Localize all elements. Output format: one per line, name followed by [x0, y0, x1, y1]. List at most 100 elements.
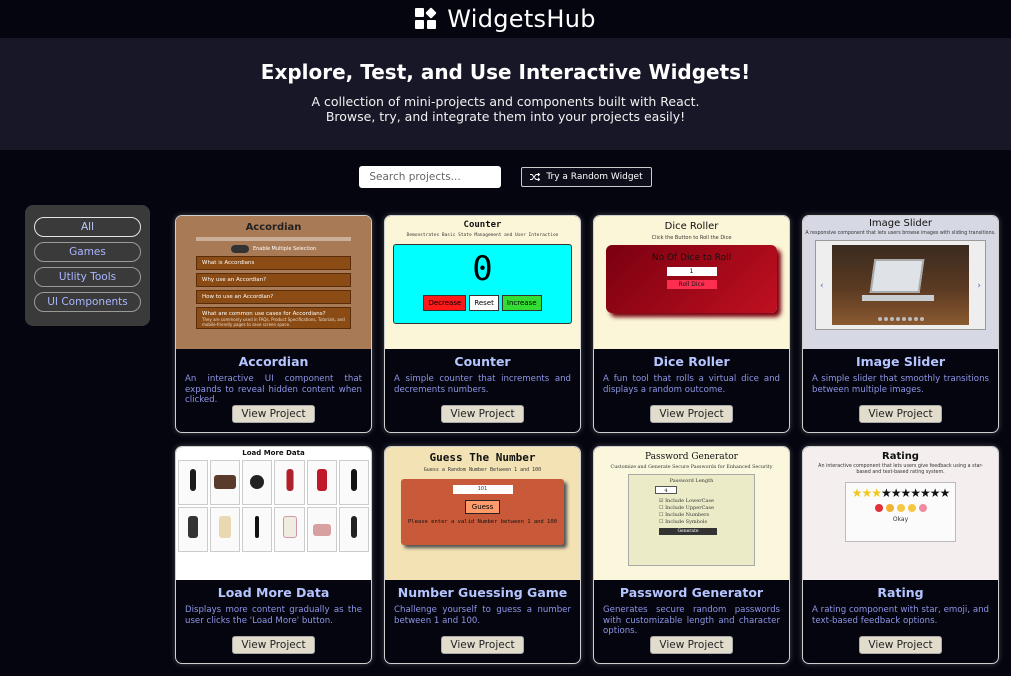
- dice-panel: No Of Dice to Roll 1 Roll Dice: [606, 245, 777, 313]
- filter-sidebar: All Games Utlity Tools UI Components: [25, 205, 150, 326]
- counter-display: 0 Decrease Reset Increase: [393, 244, 572, 324]
- star-empty-icon: ★: [880, 486, 892, 500]
- slider-dots: [877, 317, 924, 321]
- neutral-emoji-icon: [896, 504, 905, 512]
- star-empty-icon: ★: [890, 486, 902, 500]
- star-empty-icon: ★: [939, 486, 951, 500]
- chevron-left-icon: ‹: [820, 281, 824, 291]
- star-empty-icon: ★: [920, 486, 931, 500]
- preview-title: Password Generator: [645, 452, 738, 462]
- preview-title: Dice Roller: [664, 221, 719, 232]
- preview-accordion-item: What is Accordians: [196, 256, 351, 270]
- angry-emoji-icon: [874, 504, 883, 512]
- view-project-button[interactable]: View Project: [859, 405, 942, 423]
- hero-title: Explore, Test, and Use Interactive Widge…: [260, 60, 751, 84]
- star-filled-icon: ★: [851, 486, 863, 500]
- card-description: A simple slider that smoothly transition…: [812, 374, 989, 395]
- guess-number-preview[interactable]: Guess The Number Guess a Random Number B…: [385, 447, 580, 580]
- star-empty-icon: ★: [900, 486, 912, 500]
- emoji-row: [846, 504, 955, 512]
- search-input[interactable]: [359, 166, 502, 188]
- view-project-button[interactable]: View Project: [859, 636, 942, 654]
- dice-label: No Of Dice to Roll: [651, 253, 732, 263]
- view-project-button[interactable]: View Project: [441, 405, 524, 423]
- guess-input: 101: [452, 485, 513, 494]
- star-filled-icon: ★: [861, 486, 872, 500]
- star-empty-icon: ★: [910, 486, 921, 500]
- card-description: Generates secure random passwords with c…: [603, 605, 780, 636]
- random-widget-label: Try a Random Widget: [546, 172, 643, 182]
- option-uppercase: ☐ Include UpperCase: [659, 505, 714, 511]
- view-project-button[interactable]: View Project: [232, 636, 315, 654]
- load-more-preview[interactable]: Load More Data: [176, 447, 371, 580]
- card-description: A fun tool that rolls a virtual dice and…: [603, 374, 780, 395]
- preview-subtitle: Click the Button to Roll the Dice: [651, 235, 732, 241]
- preview-subtitle: A responsive component that lets users b…: [805, 231, 996, 236]
- preview-title: Guess The Number: [429, 451, 536, 464]
- widgets-icon: [415, 7, 437, 30]
- reset-button: Reset: [469, 295, 499, 311]
- option-symbols: ☐ Include Symbols: [659, 519, 708, 525]
- random-widget-button[interactable]: Try a Random Widget: [521, 167, 652, 187]
- toggle-switch-icon: [230, 245, 249, 253]
- dice-count-input: 1: [666, 267, 717, 276]
- preview-title: Rating: [882, 451, 919, 462]
- view-project-button[interactable]: View Project: [650, 405, 733, 423]
- decrease-button: Decrease: [423, 295, 467, 311]
- love-emoji-icon: [918, 504, 927, 512]
- project-card: Image Slider A responsive component that…: [802, 215, 999, 433]
- preview-title: Accordian: [245, 222, 302, 233]
- dice-roller-preview[interactable]: Dice Roller Click the Button to Roll the…: [594, 216, 789, 349]
- project-card: Guess The Number Guess a Random Number B…: [384, 446, 581, 664]
- preview-accordion-detail: They are commonly used in FAQs, Product …: [202, 317, 345, 327]
- view-project-button[interactable]: View Project: [441, 636, 524, 654]
- hero-banner: Explore, Test, and Use Interactive Widge…: [0, 38, 1011, 150]
- increase-button: Increase: [501, 295, 542, 311]
- filter-all[interactable]: All: [34, 217, 141, 237]
- star-empty-icon: ★: [929, 486, 941, 500]
- card-description: An interactive UI component that expands…: [185, 374, 362, 405]
- card-title: Accordian: [238, 354, 309, 369]
- preview-title: Load More Data: [242, 449, 305, 457]
- slider-frame: ‹ ›: [815, 240, 986, 330]
- accordian-preview[interactable]: Accordian Enable Multiple Selection What…: [176, 216, 371, 349]
- guess-message: Please enter a valid Number between 1 an…: [407, 519, 557, 525]
- project-card: Load More Data Load More Data Displays m…: [175, 446, 372, 664]
- card-title: Rating: [877, 585, 924, 600]
- filter-games[interactable]: Games: [34, 242, 141, 262]
- view-project-button[interactable]: View Project: [232, 405, 315, 423]
- counter-preview[interactable]: Counter Demonstrates Basic State Managem…: [385, 216, 580, 349]
- hero-line-2: Browse, try, and integrate them into you…: [325, 109, 686, 124]
- filter-utility-tools[interactable]: Utlity Tools: [34, 267, 141, 287]
- toolbar: Try a Random Widget: [0, 150, 1011, 196]
- card-title: Counter: [454, 354, 511, 369]
- app-logo[interactable]: WidgetsHub: [415, 5, 596, 33]
- rating-preview[interactable]: Rating An interactive component that let…: [803, 447, 998, 580]
- view-project-button[interactable]: View Project: [650, 636, 733, 654]
- toggle-label: Enable Multiple Selection: [252, 246, 317, 252]
- guess-button: Guess: [464, 500, 501, 514]
- filter-ui-components[interactable]: UI Components: [34, 292, 141, 312]
- preview-subtitle: Guess a Random Number Between 1 and 100: [423, 467, 542, 473]
- preview-subtitle: An interactive component that lets users…: [818, 464, 983, 475]
- option-lowercase: ☑ Include LowerCase: [659, 498, 714, 504]
- password-generator-preview[interactable]: Password Generator Customize and Generat…: [594, 447, 789, 580]
- card-description: Displays more content gradually as the u…: [185, 605, 362, 626]
- preview-accordion-item: How to use an Accordian?: [196, 290, 351, 304]
- project-card: Rating An interactive component that let…: [802, 446, 999, 664]
- card-description: A simple counter that increments and dec…: [394, 374, 571, 395]
- project-card: Password Generator Customize and Generat…: [593, 446, 790, 664]
- product-grid: [176, 460, 371, 552]
- preview-subtitle: [196, 237, 351, 241]
- preview-accordion-item: Why use an Accordian?: [196, 273, 351, 287]
- roll-dice-button: Roll Dice: [666, 280, 717, 289]
- hero-line-1: A collection of mini-projects and compon…: [311, 94, 700, 109]
- card-title: Dice Roller: [653, 354, 730, 369]
- generate-button: Generate: [659, 528, 717, 535]
- image-slider-preview[interactable]: Image Slider A responsive component that…: [803, 216, 998, 349]
- card-title: Number Guessing Game: [397, 585, 568, 600]
- rating-panel: ★★★★★★★★★★ Okay: [845, 482, 956, 542]
- preview-subtitle: Customize and Generate Secure Passwords …: [610, 465, 773, 470]
- rating-text: Okay: [892, 516, 909, 523]
- smile-emoji-icon: [907, 504, 916, 512]
